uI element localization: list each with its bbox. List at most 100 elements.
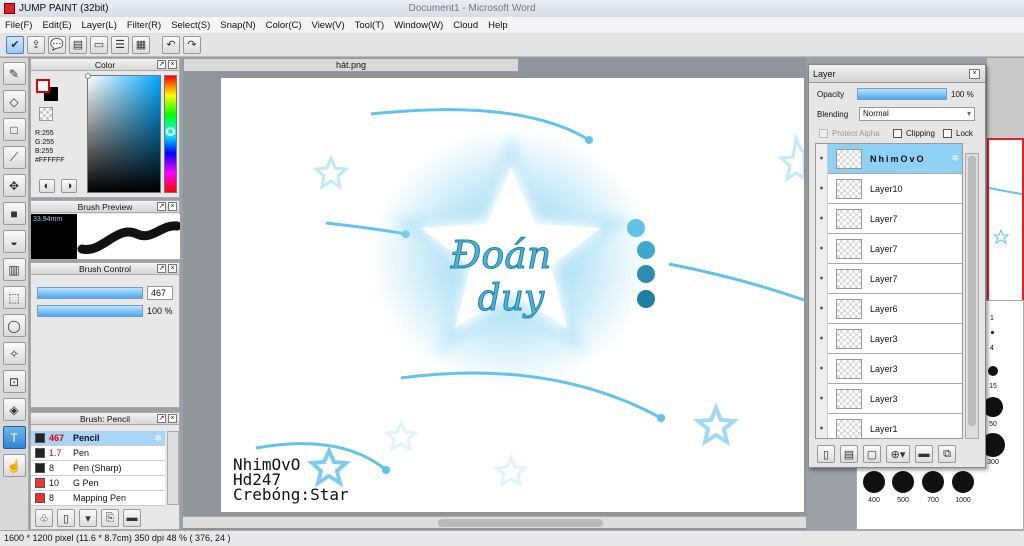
hue-slider[interactable] [164,75,177,193]
menu-window[interactable]: Window(W) [389,20,448,31]
menu-view[interactable]: View(V) [307,20,350,31]
menu-help[interactable]: Help [483,20,513,31]
brush-size-field[interactable]: 467 [147,286,173,300]
undock-icon[interactable]: ↗ [157,414,166,423]
eraser-tool-icon[interactable]: ◇ [2,90,26,113]
navigator-preview[interactable] [987,138,1024,318]
close-icon[interactable]: × [168,264,177,273]
menu-snap[interactable]: Snap(N) [215,20,260,31]
layer-row[interactable]: ● Layer3 [816,383,962,414]
eye-icon[interactable]: ● [816,323,828,354]
layer-add-menu-icon[interactable]: ⊕▾ [886,445,910,463]
brush-save-icon[interactable]: ⎘ [101,509,119,527]
gear-icon[interactable]: ✲ [154,433,162,444]
check-icon[interactable]: ✔ [6,35,24,54]
brush-menu-icon[interactable]: ▾ [79,509,97,527]
menu-color[interactable]: Color(C) [261,20,307,31]
eye-icon[interactable]: ● [816,203,828,234]
color-palette-icon[interactable]: ◑ [61,179,77,193]
select-eraser-tool-icon[interactable]: ◈ [2,398,26,421]
brush-item-mapping-pen[interactable]: 8 Mapping Pen [31,491,165,506]
layer-row[interactable]: ● Layer7 [816,233,962,264]
menu-edit[interactable]: Edit(E) [37,20,76,31]
move-tool-icon[interactable]: ✥ [2,174,26,197]
close-icon[interactable]: × [969,69,980,79]
select-rect-tool-icon[interactable]: ⬚ [2,286,26,309]
list-icon[interactable]: ☰ [111,35,129,54]
saturation-value-picker[interactable] [85,73,161,193]
menu-select[interactable]: Select(S) [166,20,215,31]
menu-file[interactable]: File(F) [0,20,37,31]
magic-wand-tool-icon[interactable]: ✧ [2,342,26,365]
protect-alpha-checkbox[interactable]: Protect Alpha [819,129,880,138]
lasso-tool-icon[interactable]: ◯ [2,314,26,337]
menu-cloud[interactable]: Cloud [448,20,483,31]
layer-row[interactable]: ● NhimOvO ✲ [816,144,962,174]
brush-size-400[interactable] [863,471,885,493]
rectangle-tool-icon[interactable]: □ [2,118,26,141]
gradient-tool-icon[interactable]: ▥ [2,258,26,281]
brush-folder-icon[interactable]: ♧ [35,509,53,527]
brush-tool-icon[interactable]: ✎ [2,62,26,85]
share-icon[interactable]: ⇪ [27,35,45,54]
comment-icon[interactable]: 💬 [48,35,66,54]
select-pen-tool-icon[interactable]: ⊡ [2,370,26,393]
brush-size-4[interactable] [988,366,998,376]
canvas-horizontal-scrollbar[interactable] [183,516,806,528]
eye-icon[interactable]: ● [816,144,828,174]
new-layer-1bit-icon[interactable]: ▢ [863,445,881,463]
layer-row[interactable]: ● Layer6 [816,293,962,324]
layer-row[interactable]: ● Layer3 [816,353,962,384]
hand-tool-icon[interactable]: ☝ [2,454,26,477]
menu-tool[interactable]: Tool(T) [350,20,390,31]
blending-select[interactable]: Normal ▾ [859,107,975,121]
foreground-color-swatch[interactable] [36,79,50,93]
document-icon[interactable]: ▭ [90,35,108,54]
eye-icon[interactable]: ● [816,263,828,294]
line-tool-icon[interactable]: ⟋ [2,146,26,169]
layer-row[interactable]: ● Layer7 [816,263,962,294]
menu-filter[interactable]: Filter(R) [122,20,166,31]
undock-icon[interactable]: ↗ [157,60,166,69]
eye-icon[interactable]: ● [816,293,828,324]
brush-item-pen-sharp[interactable]: 8 Pen (Sharp) [31,461,165,476]
gear-icon[interactable]: ✲ [951,153,959,164]
layer-row[interactable]: ● Layer3 [816,323,962,354]
monitor-icon[interactable]: ▤ [69,35,87,54]
brush-opacity-slider[interactable] [37,305,143,317]
lock-checkbox[interactable]: Lock [943,129,973,138]
close-icon[interactable]: × [168,202,177,211]
brush-size-slider[interactable] [37,287,143,299]
undo-icon[interactable]: ↶ [162,35,180,54]
layer-row[interactable]: ● Layer7 [816,203,962,234]
grid-icon[interactable]: ▦ [132,35,150,54]
eye-icon[interactable]: ● [816,353,828,384]
fill-rect-tool-icon[interactable]: ■ [2,202,26,225]
brush-size-700[interactable] [922,471,944,493]
menu-layer[interactable]: Layer(L) [77,20,122,31]
brush-size-500[interactable] [892,471,914,493]
brush-list-scrollbar[interactable] [167,431,179,505]
close-icon[interactable]: × [168,414,177,423]
transparent-swatch[interactable] [39,107,53,121]
eye-icon[interactable]: ● [816,413,828,438]
brush-item-g-pen[interactable]: 10 G Pen [31,476,165,491]
brush-item-pencil[interactable]: 467 Pencil ✲ [31,431,165,446]
bucket-tool-icon[interactable]: ◒ [2,230,26,253]
eye-icon[interactable]: ● [816,173,828,204]
text-tool-icon[interactable]: T [2,426,26,449]
brush-size-1000[interactable] [952,471,974,493]
drawing-canvas[interactable]: Đoán duy NhimOvO Hd247 Crebóng:Star [221,78,804,512]
close-icon[interactable]: × [168,60,177,69]
new-layer-icon[interactable]: ▯ [817,445,835,463]
delete-layer-icon[interactable]: ⧉ [938,445,956,463]
layer-opacity-slider[interactable] [857,88,947,100]
brush-size-15[interactable] [983,397,1003,417]
eye-icon[interactable]: ● [816,383,828,414]
eye-icon[interactable]: ● [816,233,828,264]
layer-list-scrollbar[interactable] [965,153,979,439]
layer-folder-icon[interactable]: ▬ [915,445,933,463]
new-layer-8bit-icon[interactable]: ▤ [840,445,858,463]
new-brush-icon[interactable]: ▯ [57,509,75,527]
brush-size-1[interactable] [991,331,994,334]
